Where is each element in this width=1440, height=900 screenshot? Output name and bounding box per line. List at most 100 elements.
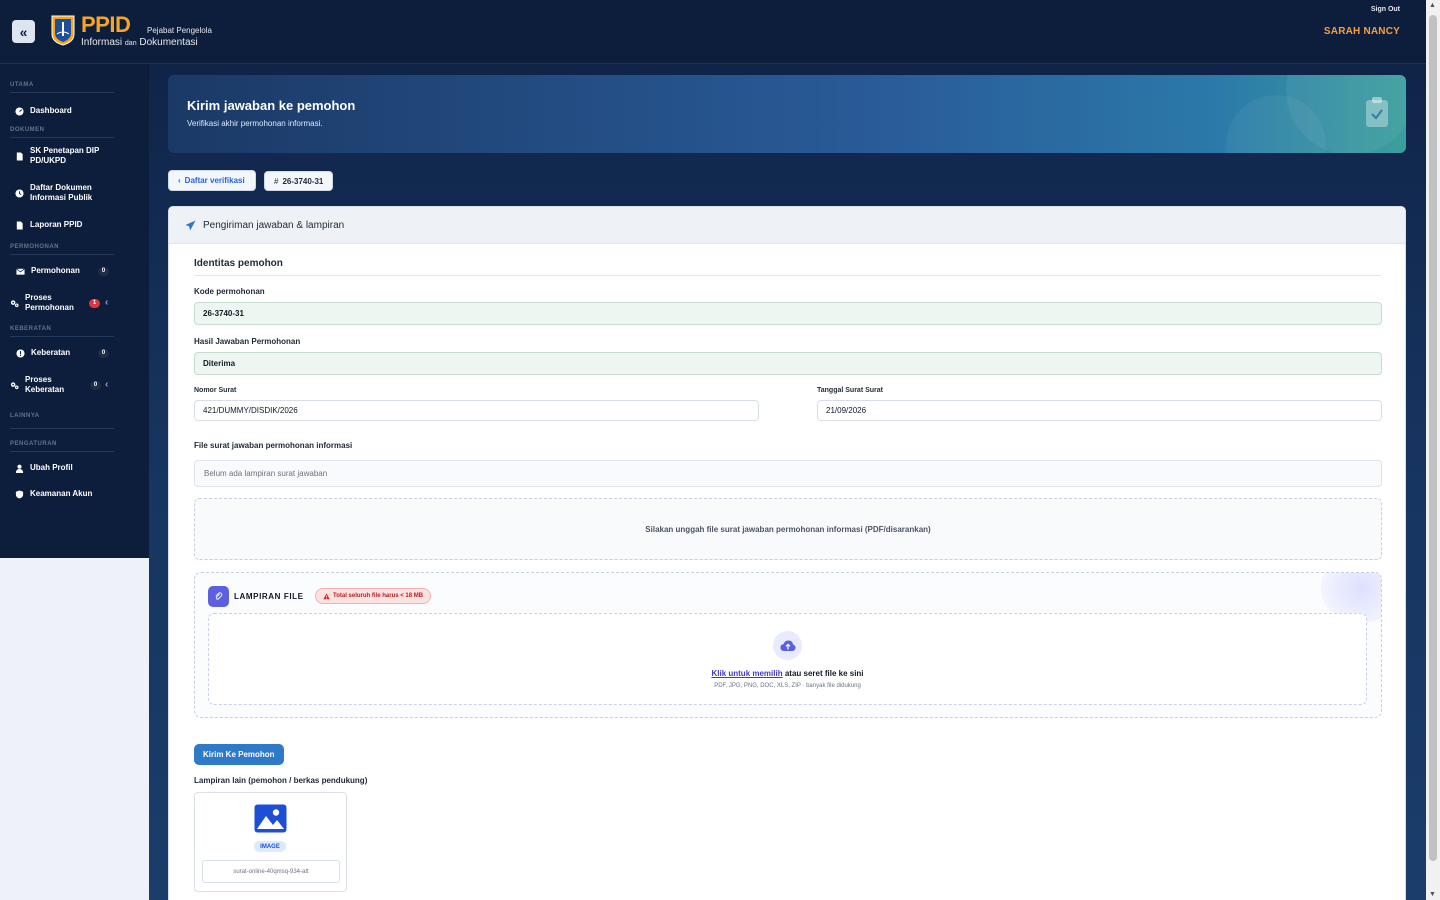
sidebar-item-ubah-profil[interactable]: Ubah Profil [0, 454, 149, 482]
request-code-label: 26-3740-31 [282, 176, 324, 186]
card-header: Pengiriman jawaban & lampiran [169, 207, 1405, 244]
sidebar-collapse-button[interactable]: « [12, 20, 35, 43]
nomor-surat-input[interactable]: 421/DUMMY/DISDIK/2026 [194, 400, 759, 421]
lampiran-dropzone[interactable]: Klik untuk memilih atau seret file ke si… [208, 613, 1367, 705]
logo-dok-word: Dokumentasi [139, 37, 198, 48]
sidebar-section-lainnya: LAINNYA [10, 413, 40, 419]
sidebar-item-dashboard[interactable]: Dashboard [0, 99, 149, 123]
user-name[interactable]: SARAH NANCY [1324, 26, 1400, 37]
lampiran-file-title: LAMPIRAN FILE [234, 592, 304, 601]
jakarta-seal-icon [51, 15, 75, 46]
main-content: Kirim jawaban ke pemohon Verifikasi akhi… [149, 64, 1426, 900]
paperclip-icon [208, 586, 229, 607]
sidebar-item-label: Ubah Profil [30, 463, 73, 472]
response-card: Pengiriman jawaban & lampiran Identitas … [168, 206, 1406, 900]
page-subtitle: Verifikasi akhir permohonan informasi. [187, 119, 323, 128]
cogs-icon [10, 299, 19, 308]
top-bar: « PPID Pejabat Pengelola Informasi dan D… [0, 0, 1426, 64]
sidebar-item-label: Daftar Dokumen Informasi Publik [30, 183, 93, 202]
sidebar-item-keamanan-akun[interactable]: Keamanan Akun [0, 482, 149, 506]
file-name: surat-online-40qmsq-934-att [202, 860, 340, 883]
nomor-surat-label: Nomor Surat [194, 387, 237, 394]
logo-text: PPID [81, 12, 131, 37]
size-warning-text: Total seluruh file harus < 18 MB [333, 593, 424, 599]
file-type-tag: IMAGE [254, 841, 286, 852]
scroll-up-arrow-icon[interactable]: ▲ [1429, 2, 1436, 9]
tanggal-surat-label: Tanggal Surat Surat [817, 387, 883, 394]
file-icon [15, 151, 24, 161]
sidebar: UTAMA Dashboard DOKUMEN SK Penetapan DIP… [0, 64, 149, 558]
cogs-icon [10, 381, 19, 390]
section-title: Identitas pemohon [194, 258, 283, 269]
sidebar-item-keberatan[interactable]: Keberatan 0 [0, 337, 149, 369]
sidebar-item-laporan-ppid[interactable]: Laporan PPID [0, 212, 149, 238]
cloud-upload-icon [773, 631, 802, 660]
sidebar-item-label: Laporan PPID [30, 220, 83, 229]
sign-out-link[interactable]: Sign Out [1371, 6, 1400, 13]
attachment-file-card[interactable]: IMAGE surat-online-40qmsq-934-att [194, 792, 347, 892]
clipboard-check-icon [1366, 97, 1388, 127]
logo-dan-word: dan [124, 40, 137, 47]
sidebar-item-proses-permohonan[interactable]: Proses Permohonan 1 ‹ [0, 287, 149, 319]
sidebar-item-label: Dashboard [30, 106, 72, 115]
sidebar-item-sk-penetapan[interactable]: SK Penetapan DIP PD/UKPD [0, 138, 115, 174]
sidebar-item-label: Permohonan [31, 266, 80, 275]
sidebar-item-label: Proses Permohonan [25, 293, 74, 312]
sidebar-divider [10, 92, 114, 93]
ppid-logo[interactable]: PPID Pejabat Pengelola Informasi dan Dok… [50, 12, 212, 48]
logo-info-word: Informasi [81, 37, 123, 48]
surat-upload-dropzone[interactable]: Silakan unggah file surat jawaban permoh… [194, 498, 1382, 560]
dashboard-icon [15, 106, 24, 116]
kode-permohonan-label: Kode permohonan [194, 287, 265, 296]
file-surat-status: Belum ada lampiran surat jawaban [194, 460, 1382, 487]
choose-file-link[interactable]: Klik untuk memilih [711, 669, 782, 678]
lampiran-file-section: LAMPIRAN FILE Total seluruh file harus <… [194, 572, 1382, 718]
alert-icon [16, 348, 25, 358]
sidebar-item-permohonan[interactable]: Permohonan 0 [0, 255, 149, 287]
file-surat-label: File surat jawaban permohonan informasi [194, 441, 353, 450]
supported-formats: PDF, JPG, PNG, DOC, XLS, ZIP · banyak fi… [714, 683, 861, 689]
sidebar-item-label: Keamanan Akun [30, 489, 93, 498]
image-file-icon [254, 804, 287, 833]
shield-icon [15, 489, 24, 499]
back-to-verification-button[interactable]: ‹ Daftar verifikasi [168, 170, 256, 191]
count-badge: 0 [98, 266, 109, 276]
page-title: Kirim jawaban ke pemohon [187, 98, 356, 113]
scroll-down-arrow-icon[interactable]: ▼ [1429, 891, 1436, 898]
page-hero: Kirim jawaban ke pemohon Verifikasi akhi… [168, 75, 1406, 153]
page-scrollbar[interactable]: ▲ ▼ [1426, 0, 1440, 900]
sidebar-empty-area [0, 558, 149, 900]
file-icon [15, 220, 24, 230]
user-icon [15, 464, 24, 473]
warning-triangle-icon [323, 592, 330, 599]
sidebar-divider [10, 428, 114, 429]
request-code-chip: # 26-3740-31 [264, 171, 334, 191]
sidebar-item-proses-keberatan[interactable]: Proses Keberatan 0 ‹ [0, 369, 149, 401]
kode-permohonan-field[interactable]: 26-3740-31 [194, 302, 1382, 325]
logo-info-line: Informasi dan Dokumentasi [81, 37, 198, 48]
sidebar-section-keberatan: KEBERATAN [10, 326, 52, 332]
card-header-title: Pengiriman jawaban & lampiran [203, 219, 345, 231]
logo-subtitle: Pejabat Pengelola [147, 26, 212, 35]
envelope-icon [16, 267, 25, 276]
size-warning-badge: Total seluruh file harus < 18 MB [315, 588, 432, 604]
sidebar-item-label: SK Penetapan DIP PD/UKPD [30, 146, 100, 165]
sidebar-section-pengaturan: PENGATURAN [10, 441, 57, 447]
count-badge: 1 [89, 298, 100, 308]
send-to-requester-button[interactable]: Kirim Ke Pemohon [194, 744, 284, 765]
section-divider [194, 275, 1381, 276]
sidebar-section-permohonan: PERMOHONAN [10, 244, 60, 250]
other-attachments-label: Lampiran lain (pemohon / berkas pendukun… [194, 776, 368, 785]
count-badge: 0 [98, 348, 109, 358]
chevron-left-icon: ‹ [105, 379, 109, 390]
chevron-left-icon: ‹ [178, 176, 181, 185]
drop-instruction-text: atau seret file ke sini [784, 669, 864, 678]
paper-plane-icon [185, 219, 196, 231]
sidebar-item-label: Proses Keberatan [25, 375, 65, 394]
scrollbar-thumb[interactable] [1429, 15, 1437, 861]
sidebar-item-daftar-dokumen[interactable]: Daftar Dokumen Informasi Publik [0, 174, 115, 212]
hasil-jawaban-label: Hasil Jawaban Permohonan [194, 337, 301, 346]
tanggal-surat-input[interactable]: 21/09/2026 [817, 400, 1382, 421]
clock-icon [15, 188, 24, 198]
hasil-jawaban-field[interactable]: Diterima [194, 352, 1382, 375]
